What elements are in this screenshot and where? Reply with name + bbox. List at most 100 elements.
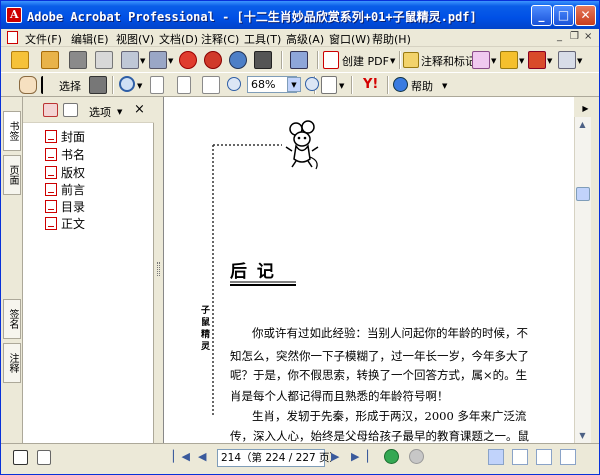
zoom-out-icon[interactable] bbox=[227, 77, 241, 91]
search-binoculars-icon[interactable] bbox=[254, 51, 272, 69]
open-folder-icon[interactable] bbox=[11, 51, 29, 69]
help-button[interactable]: 帮助 bbox=[411, 78, 433, 94]
sign-pen-icon[interactable] bbox=[528, 51, 546, 69]
help-dropdown-icon[interactable]: ▼ bbox=[442, 82, 447, 90]
vertical-scrollbar[interactable]: ▶ ▲ ▼ bbox=[574, 97, 599, 443]
scrollbar-thumb[interactable] bbox=[576, 187, 590, 201]
create-pdf-button[interactable]: 创建 PDF bbox=[342, 53, 389, 69]
bookmark-item[interactable]: 前言 bbox=[45, 181, 85, 198]
sign-dropdown-icon[interactable]: ▼ bbox=[547, 57, 552, 65]
forms-icon[interactable] bbox=[558, 51, 576, 69]
actual-size-icon[interactable] bbox=[150, 76, 164, 94]
go-back-view-icon[interactable] bbox=[384, 449, 399, 464]
menu-file[interactable]: 文件(F) bbox=[25, 31, 62, 47]
first-page-icon[interactable]: ▏◀ bbox=[173, 450, 190, 463]
acrobat-app-icon[interactable] bbox=[6, 7, 22, 23]
stamp-icon[interactable] bbox=[179, 51, 197, 69]
bookmark-item[interactable]: 版权 bbox=[45, 164, 85, 181]
comment-markup-icon[interactable] bbox=[403, 52, 419, 68]
bookmark-item[interactable]: 目录 bbox=[45, 198, 85, 215]
lock-icon[interactable] bbox=[500, 51, 518, 69]
attach-dropdown-icon[interactable]: ▼ bbox=[168, 57, 173, 65]
web-capture-icon[interactable] bbox=[229, 51, 247, 69]
page-thumbnail-icon[interactable] bbox=[13, 450, 28, 465]
body-line: 传，深入人心，始终是父母给孩子最早的教育课题之一。鼠 bbox=[230, 429, 529, 443]
create-pdf-dropdown-icon[interactable]: ▼ bbox=[390, 57, 395, 65]
rotate-dropdown-icon[interactable]: ▼ bbox=[339, 82, 344, 90]
bookmark-options-menu[interactable]: 选项 bbox=[89, 104, 111, 120]
menu-advanced[interactable]: 高级(A) bbox=[286, 31, 324, 47]
tab-pages[interactable]: 页面 bbox=[3, 155, 21, 195]
lock-dropdown-icon[interactable]: ▼ bbox=[519, 57, 524, 65]
mdi-restore-button[interactable]: ❐ bbox=[570, 31, 579, 42]
document-view[interactable]: 后 记 子鼠精灵 你或许有过如此经验：当别人问起你的年龄的时候，不 知怎么，突然… bbox=[164, 97, 574, 443]
last-page-icon[interactable]: ▶▕ bbox=[351, 450, 368, 463]
menu-edit[interactable]: 编辑(E) bbox=[71, 31, 109, 47]
options-dropdown-icon[interactable]: ▼ bbox=[117, 108, 122, 116]
fit-width-icon[interactable] bbox=[202, 76, 220, 94]
menu-view[interactable]: 视图(V) bbox=[116, 31, 154, 47]
menu-comment[interactable]: 注释(C) bbox=[201, 31, 239, 47]
attach-icon[interactable] bbox=[149, 51, 167, 69]
zoom-in-small-icon[interactable] bbox=[305, 77, 319, 91]
maximize-button[interactable]: □ bbox=[553, 5, 574, 26]
single-page-layout-icon[interactable] bbox=[488, 449, 504, 465]
document-menu-icon[interactable] bbox=[7, 31, 18, 44]
page-number-field[interactable]: 214（第 224 / 227 页） bbox=[217, 449, 340, 467]
facing-layout-icon[interactable] bbox=[536, 449, 552, 465]
scrollbar-track[interactable]: ▲ ▼ bbox=[574, 117, 591, 443]
menu-help[interactable]: 帮助(H) bbox=[372, 31, 411, 47]
bookmark-item[interactable]: 正文 bbox=[45, 215, 85, 232]
tab-bookmarks[interactable]: 书签 bbox=[3, 111, 21, 151]
select-cursor-icon[interactable] bbox=[41, 76, 51, 94]
new-bookmark-icon[interactable] bbox=[63, 103, 78, 117]
splitter-grip[interactable] bbox=[157, 262, 160, 276]
bookmark-item[interactable]: 封面 bbox=[45, 128, 85, 145]
zoom-in-icon[interactable] bbox=[119, 76, 135, 92]
hand-tool-icon[interactable] bbox=[19, 76, 37, 94]
email-dropdown-icon[interactable]: ▼ bbox=[140, 57, 145, 65]
forms-dropdown-icon[interactable]: ▼ bbox=[577, 57, 582, 65]
document-properties-icon[interactable] bbox=[37, 450, 51, 465]
organizer-icon[interactable] bbox=[41, 51, 59, 69]
help-icon[interactable] bbox=[393, 77, 408, 92]
scroll-down-arrow-icon[interactable]: ▼ bbox=[575, 428, 590, 443]
minimize-button[interactable]: _ bbox=[531, 5, 552, 26]
save-icon[interactable] bbox=[69, 51, 87, 69]
panel-splitter[interactable] bbox=[154, 97, 164, 443]
close-panel-icon[interactable]: × bbox=[134, 102, 145, 117]
secure-icon[interactable] bbox=[204, 51, 222, 69]
panel-expand-arrow-icon[interactable]: ▶ bbox=[578, 101, 593, 116]
rotate-view-icon[interactable] bbox=[321, 76, 337, 94]
title-bar[interactable]: Adobe Acrobat Professional - [十二生肖妙品欣赏系列… bbox=[1, 1, 599, 29]
yahoo-icon[interactable]: Y! bbox=[363, 77, 379, 93]
mdi-minimize-button[interactable]: _ bbox=[557, 31, 562, 42]
select-tool-button[interactable]: 选择 bbox=[59, 78, 81, 94]
previous-page-icon[interactable]: ◀ bbox=[198, 450, 206, 463]
bookmark-item[interactable]: 书名 bbox=[45, 146, 85, 163]
next-page-icon[interactable]: ▶ bbox=[331, 450, 339, 463]
email-icon[interactable] bbox=[121, 51, 139, 69]
zoom-level-dropdown-icon[interactable]: ▼ bbox=[287, 77, 301, 92]
close-button[interactable]: ✕ bbox=[575, 5, 596, 26]
tab-comments[interactable]: 注释 bbox=[3, 343, 21, 383]
comment-markup-button[interactable]: 注释和标记 bbox=[421, 53, 476, 69]
fit-page-icon[interactable] bbox=[177, 76, 191, 94]
scroll-up-arrow-icon[interactable]: ▲ bbox=[575, 117, 590, 132]
continuous-layout-icon[interactable] bbox=[512, 449, 528, 465]
zoom-tool-dropdown-icon[interactable]: ▼ bbox=[137, 82, 142, 90]
tab-signatures[interactable]: 签名 bbox=[3, 299, 21, 339]
mdi-close-button[interactable]: × bbox=[584, 31, 592, 42]
snapshot-camera-icon[interactable] bbox=[89, 76, 107, 94]
continuous-facing-layout-icon[interactable] bbox=[560, 449, 576, 465]
go-forward-view-icon[interactable] bbox=[409, 449, 424, 464]
menu-document[interactable]: 文档(D) bbox=[159, 31, 198, 47]
send-review-dropdown-icon[interactable]: ▼ bbox=[491, 57, 496, 65]
menu-tools[interactable]: 工具(T) bbox=[244, 31, 281, 47]
email-review-icon[interactable] bbox=[290, 51, 308, 69]
send-review-icon[interactable] bbox=[472, 51, 490, 69]
expand-bookmark-icon[interactable] bbox=[43, 103, 58, 117]
print-icon[interactable] bbox=[95, 51, 113, 69]
menu-window[interactable]: 窗口(W) bbox=[329, 31, 370, 47]
create-pdf-icon[interactable] bbox=[323, 51, 339, 69]
